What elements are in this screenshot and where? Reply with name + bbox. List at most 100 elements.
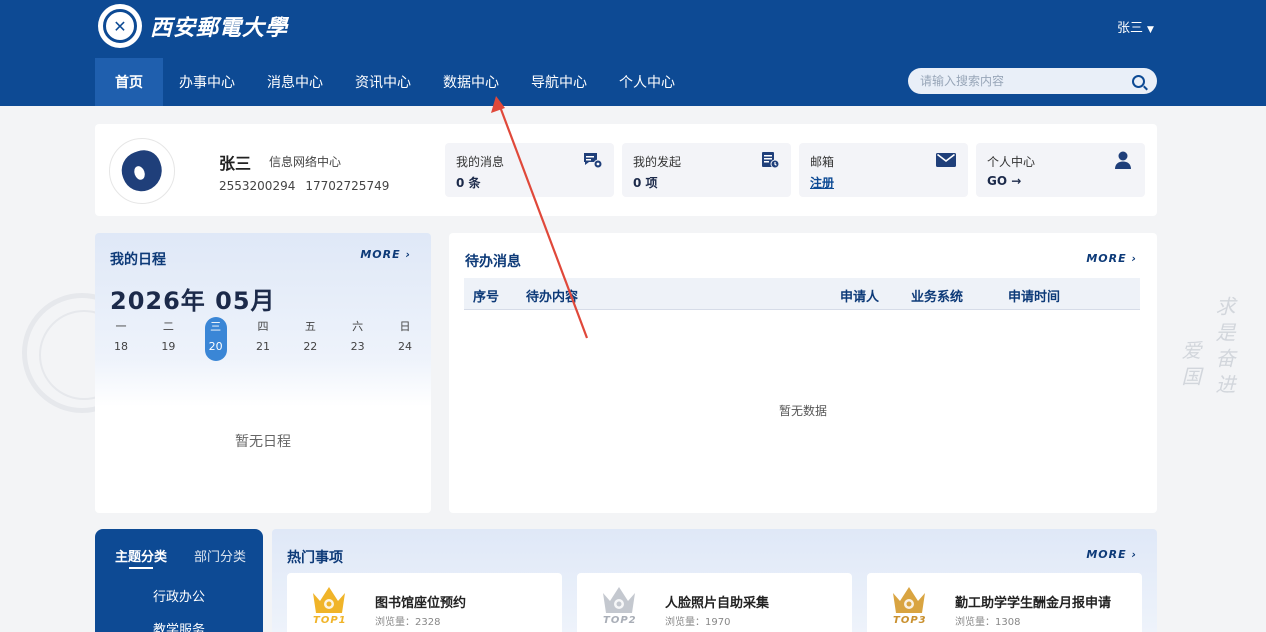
date-label: 23 <box>350 340 365 353</box>
schedule-panel: 我的日程 MORE › 2026年 05月 一 18 二 19 三 20 四 21 五 2… <box>95 233 431 513</box>
category-item[interactable]: 教学服务 <box>95 619 263 632</box>
quick-card-messages[interactable]: 我的消息 0 条 <box>445 143 614 197</box>
nav-item-home[interactable]: 首页 <box>95 58 163 106</box>
schedule-more-link[interactable]: MORE › <box>360 248 411 261</box>
quick-card-value: 0 条 <box>456 176 481 190</box>
university-logo[interactable]: ✕ 西安郵電大學 <box>98 4 288 48</box>
watermark-motto-left: 爱国 <box>1178 340 1202 392</box>
hot-item-card[interactable]: TOP3 勤工助学学生酬金月报申请 浏览量：1308 <box>867 573 1142 632</box>
date-label: 20 <box>208 340 223 353</box>
nav-item-personal[interactable]: 个人中心 <box>603 58 691 106</box>
hot-item-name: 人脸照片自助采集 <box>665 596 770 611</box>
quick-card-initiated[interactable]: 我的发起 0 项 <box>622 143 791 197</box>
hot-item-name: 勤工助学学生酬金月报申请 <box>955 596 1112 611</box>
user-menu[interactable]: 张三 ▼ <box>1117 17 1154 36</box>
nav-item-navigation[interactable]: 导航中心 <box>515 58 603 106</box>
schedule-title: 我的日程 <box>110 252 166 268</box>
schedule-month: 2026年 05月 <box>110 287 276 315</box>
hot-item-card[interactable]: TOP1 图书馆座位预约 浏览量：2328 <box>287 573 562 632</box>
hot-item-name: 图书馆座位预约 <box>375 596 467 611</box>
todo-panel: 待办消息 MORE › 序号 待办内容 申请人 业务系统 申请时间 暂无数据 <box>449 233 1157 513</box>
hot-item-views: 浏览量：2328 <box>375 617 441 628</box>
rank-label: TOP3 <box>893 615 927 626</box>
university-emblem-icon: ✕ <box>98 4 142 48</box>
day-sun[interactable]: 日 24 <box>394 317 416 361</box>
todo-empty-text: 暂无数据 <box>778 404 827 418</box>
quick-card-title: 个人中心 <box>987 155 1036 169</box>
profile-id-number: 2553200294 <box>219 179 296 193</box>
more-text: MORE <box>1086 252 1127 265</box>
tab-department[interactable]: 部门分类 <box>194 546 246 565</box>
date-label: 22 <box>303 340 318 353</box>
crown-silver-icon <box>603 587 635 613</box>
profile-department: 信息网络中心 <box>269 155 342 169</box>
profile-name: 张三 <box>219 154 252 173</box>
quick-card-go[interactable]: GO → <box>987 174 1021 188</box>
tab-topic[interactable]: 主题分类 <box>115 546 167 569</box>
rank-label: TOP2 <box>603 615 637 626</box>
university-name: 西安郵電大學 <box>150 15 289 41</box>
quick-card-personal[interactable]: 个人中心 GO → <box>976 143 1145 197</box>
hot-items-panel: 热门事项 MORE › TOP1 图书馆座位预约 浏览量：2328 TOP2 人… <box>272 529 1157 632</box>
col-system: 业务系统 <box>911 290 964 305</box>
schedule-empty-text: 暂无日程 <box>235 434 291 450</box>
col-applicant: 申请人 <box>840 290 880 305</box>
hot-item-card[interactable]: TOP2 人脸照片自助采集 浏览量：1970 <box>577 573 852 632</box>
crown-gold-icon <box>313 587 345 613</box>
date-label: 21 <box>255 340 270 353</box>
weekday-label: 二 <box>162 320 174 333</box>
more-text: MORE <box>1086 548 1127 561</box>
caret-down-icon: ▼ <box>1147 25 1154 35</box>
search-box <box>908 68 1157 94</box>
avatar-image <box>116 145 168 197</box>
profile-card: 张三 信息网络中心 2553200294 17702725749 我的消息 0 条… <box>95 124 1157 216</box>
hot-item-views: 浏览量：1970 <box>665 617 731 628</box>
nav-item-services[interactable]: 办事中心 <box>163 58 251 106</box>
category-item[interactable]: 行政办公 <box>95 586 263 605</box>
chevron-right-icon: › <box>1131 548 1137 561</box>
col-content: 待办内容 <box>526 290 579 305</box>
user-menu-name: 张三 <box>1117 21 1144 36</box>
crown-bronze-icon <box>893 587 925 613</box>
weekday-label: 五 <box>304 320 316 333</box>
document-icon <box>762 152 779 169</box>
weekday-label: 一 <box>115 320 127 333</box>
quick-card-title: 邮箱 <box>810 155 835 169</box>
search-input[interactable] <box>920 74 1120 88</box>
day-sat[interactable]: 六 23 <box>347 317 369 361</box>
mail-icon <box>936 153 956 167</box>
col-index: 序号 <box>473 290 500 305</box>
weekday-label: 三 <box>210 320 222 333</box>
chevron-right-icon: › <box>1131 252 1137 265</box>
nav-item-messages[interactable]: 消息中心 <box>251 58 339 106</box>
todo-title: 待办消息 <box>465 254 521 270</box>
hot-more-link[interactable]: MORE › <box>1086 548 1137 561</box>
day-thu[interactable]: 四 21 <box>252 317 274 361</box>
nav-item-data[interactable]: 数据中心 <box>427 58 515 106</box>
nav-item-news[interactable]: 资讯中心 <box>339 58 427 106</box>
rank-label: TOP1 <box>313 615 347 626</box>
todo-more-link[interactable]: MORE › <box>1086 252 1137 265</box>
day-fri[interactable]: 五 22 <box>299 317 321 361</box>
user-icon <box>1115 151 1131 169</box>
quick-card-mailbox[interactable]: 邮箱 注册 <box>799 143 968 197</box>
date-label: 19 <box>161 340 176 353</box>
profile-contacts: 2553200294 17702725749 <box>219 179 389 193</box>
search-icon[interactable] <box>1132 74 1145 88</box>
day-wed-today[interactable]: 三 20 <box>204 317 227 361</box>
avatar[interactable] <box>109 138 175 204</box>
col-time: 申请时间 <box>1008 290 1061 305</box>
hot-item-views: 浏览量：1308 <box>955 617 1021 628</box>
quick-card-title: 我的发起 <box>633 155 682 169</box>
week-strip: 一 18 二 19 三 20 四 21 五 22 六 23 日 24 <box>110 317 416 361</box>
top-header: ✕ 西安郵電大學 张三 ▼ 首页 办事中心 消息中心 资讯中心 数据中心 导航中心… <box>0 0 1266 106</box>
day-tue[interactable]: 二 19 <box>157 317 179 361</box>
weekday-label: 六 <box>352 320 364 333</box>
mailbox-register-link[interactable]: 注册 <box>810 174 834 191</box>
day-mon[interactable]: 一 18 <box>110 317 132 361</box>
profile-phone: 17702725749 <box>305 179 390 193</box>
watermark-motto-right: 求是奋进 <box>1212 296 1236 400</box>
category-panel: 主题分类 部门分类 行政办公 教学服务 <box>95 529 263 632</box>
date-label: 18 <box>114 340 128 353</box>
chevron-right-icon: › <box>405 248 411 261</box>
